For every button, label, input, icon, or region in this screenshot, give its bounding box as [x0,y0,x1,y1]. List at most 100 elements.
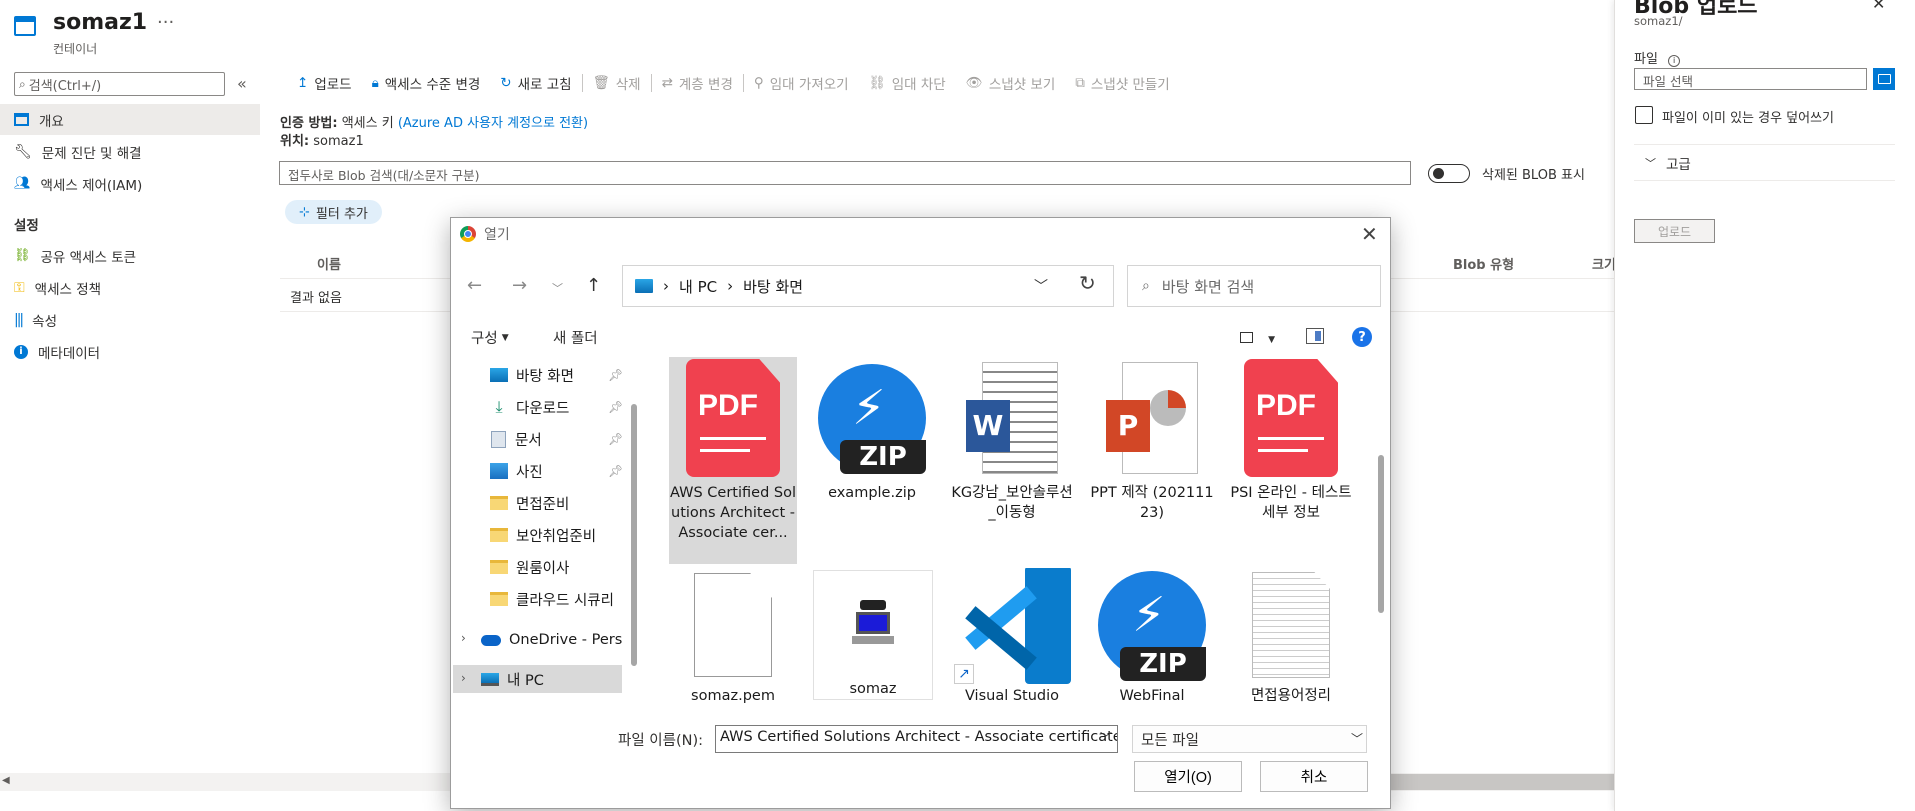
file-tile[interactable]: PDF PSI 온라인 - 테스트 세부 정보 [1227,357,1355,523]
upload-submit-button[interactable]: 업로드 [1634,219,1715,243]
tree-item-folder[interactable]: 보안취업준비 [490,522,623,548]
break-lease-button[interactable]: ⛓ 임대 차단 [859,72,956,94]
tree-item-pictures[interactable]: 사진 📌︎ [490,458,623,484]
sidebar-item-sas[interactable]: ⛓ 공유 액세스 토큰 [0,240,260,271]
file-grid-scrollbar[interactable] [1378,455,1384,613]
help-icon[interactable]: ? [1352,327,1372,347]
add-filter-button[interactable]: ⊹ 필터 추가 [285,200,382,224]
pc-icon [481,672,499,686]
chevron-down-icon[interactable]: ﹀ [1351,730,1363,747]
upload-button[interactable]: ↥ 업로드 [287,72,362,94]
sidebar-item-overview[interactable]: 개요 [0,104,260,135]
tree-scrollbar[interactable] [631,404,637,666]
expand-chevron-icon[interactable]: › [461,671,466,685]
organize-button[interactable]: 구성 ▼ [471,327,509,348]
divider [1634,144,1895,145]
address-dropdown-icon[interactable]: ﹀ [1034,276,1048,296]
trash-icon: 🗑︎ [592,75,610,91]
sidebar-item-metadata[interactable]: i 메타데이터 [0,336,260,367]
file-name: Visual Studio [964,688,1060,704]
file-tile[interactable]: ⚡︎ ZIP WebFinal [1088,568,1216,706]
change-tier-button[interactable]: ⇄ 계층 변경 [652,72,743,94]
tree-item-this-pc[interactable]: 내 PC [481,666,614,692]
file-tile[interactable]: W KG강남_보안솔루션_이동형 [948,357,1076,523]
browse-folder-button[interactable] [1873,68,1895,90]
column-header-name[interactable]: 이름 [317,254,341,273]
file-tile[interactable]: somaz [813,570,933,700]
location: 위치: somaz1 [280,134,364,149]
preview-pane-button[interactable] [1306,328,1324,344]
more-options-button[interactable]: ··· [157,12,174,33]
expand-chevron-icon[interactable]: › [461,631,466,645]
column-header-size[interactable]: 크기 [1592,254,1616,273]
cancel-button[interactable]: 취소 [1260,761,1368,792]
download-folder-icon: ⤓ [495,397,503,416]
sidebar-item-iam[interactable]: 👥︎ 액세스 제어(IAM) [0,168,260,199]
search-icon: ⌕ [19,76,26,91]
view-options-button[interactable]: ▼ [1240,327,1275,346]
lock-icon: 🔒︎ [371,75,379,91]
column-header-blob-type[interactable]: Blob 유형 [1453,254,1514,273]
tree-item-folder[interactable]: 원룸이사 [490,554,623,580]
tree-item-folder[interactable]: 클라우드 시큐리 [490,586,623,612]
refresh-button[interactable]: ↻ 새로 고침 [490,72,581,94]
view-snapshots-button[interactable]: 👁︎ 스냅샷 보기 [956,72,1066,94]
switch-to-azure-ad-link[interactable]: (Azure AD 사용자 계정으로 전환) [398,116,588,131]
refresh-icon[interactable]: ↻ [1079,271,1096,295]
new-folder-button[interactable]: 새 폴더 [553,327,598,348]
sidebar-item-properties[interactable]: ||| 속성 [0,304,260,335]
up-arrow-icon[interactable]: ↑ [586,275,601,296]
acquire-lease-button[interactable]: ⚲ 임대 가져오기 [744,72,859,94]
back-arrow-icon[interactable]: ← [467,275,482,296]
recent-dropdown-icon[interactable]: ﹀ [552,280,563,296]
delete-button[interactable]: 🗑︎ 삭제 [583,72,651,94]
blob-search-input[interactable]: 접두사로 Blob 검색(대/소문자 구분) [279,161,1411,185]
change-access-level-button[interactable]: 🔒︎ 액세스 수준 변경 [362,72,491,94]
create-snapshot-button[interactable]: ⧉ 스냅샷 만들기 [1065,72,1179,94]
sidebar-item-diagnose[interactable]: 🔧︎ 문제 진단 및 해결 [0,136,260,167]
close-icon[interactable]: ✕ [1361,222,1378,246]
scrollbar-thumb[interactable] [1381,774,1615,790]
breadcrumb-desktop[interactable]: 바탕 화면 [743,276,803,297]
chevron-down-icon[interactable]: ﹀ [1100,729,1112,746]
sidebar-search-input[interactable]: ⌕ 검색(Ctrl+/) [14,72,225,96]
chevron-right-icon: › [727,277,734,295]
tree-item-downloads[interactable]: ⤓ 다운로드 📌︎ [490,394,623,420]
file-tile[interactable]: P PPT 제작 (20211123) [1088,357,1216,523]
file-label: 파일 i [1634,48,1681,67]
file-tile[interactable]: 면접용어정리 [1227,568,1355,706]
file-name: AWS Certified Solutions Architect - Asso… [670,485,796,541]
filename-label: 파일 이름(N): [618,733,704,749]
eye-icon: 👁︎ [965,75,983,91]
file-select-input[interactable]: 파일 선택 [1634,68,1867,90]
blank-file-icon [694,573,772,677]
pictures-folder-icon [490,463,508,479]
pdf-icon: PDF [1244,359,1338,477]
panel-subtitle: somaz1/ [1634,14,1683,28]
folder-search-input[interactable]: ⌕ 바탕 화면 검색 [1127,265,1381,307]
breadcrumb-pc[interactable]: 내 PC [679,276,717,297]
open-button[interactable]: 열기(O) [1134,761,1242,792]
tree-item-folder[interactable]: 면접준비 [490,490,623,516]
scroll-left-arrow-icon[interactable]: ◀ [2,775,10,786]
tree-item-desktop[interactable]: 바탕 화면 📌︎ [490,362,623,388]
view-icon [1240,332,1253,343]
file-tile[interactable]: ↗ Visual Studio [948,568,1076,706]
filename-input[interactable]: AWS Certified Solutions Architect - Asso… [715,725,1118,753]
collapse-sidebar-button[interactable]: « [237,74,247,93]
close-icon[interactable]: ✕ [1872,0,1885,13]
file-tile[interactable]: PDF AWS Certified Solutions Architect - … [669,357,797,564]
sidebar-item-access-policy[interactable]: ⚿ 액세스 정책 [0,272,260,303]
tree-item-documents[interactable]: 문서 📌︎ [490,426,623,452]
file-tile[interactable]: somaz.pem [669,568,797,706]
show-deleted-toggle[interactable] [1428,164,1470,183]
filetype-select[interactable]: 모든 파일 [1132,725,1367,753]
advanced-expander[interactable]: ﹀ 고급 [1645,153,1691,173]
file-tile[interactable]: ⚡︎ ZIP example.zip [808,357,936,503]
overwrite-checkbox[interactable] [1635,106,1653,124]
putty-icon [850,600,896,646]
folder-icon [490,560,508,574]
tree-item-onedrive[interactable]: OneDrive - Perso [481,627,623,653]
forward-arrow-icon[interactable]: → [512,275,527,296]
file-grid-row: somaz.pem somaz ↗ Visual Studio ⚡︎ ZIP W… [661,568,1371,706]
